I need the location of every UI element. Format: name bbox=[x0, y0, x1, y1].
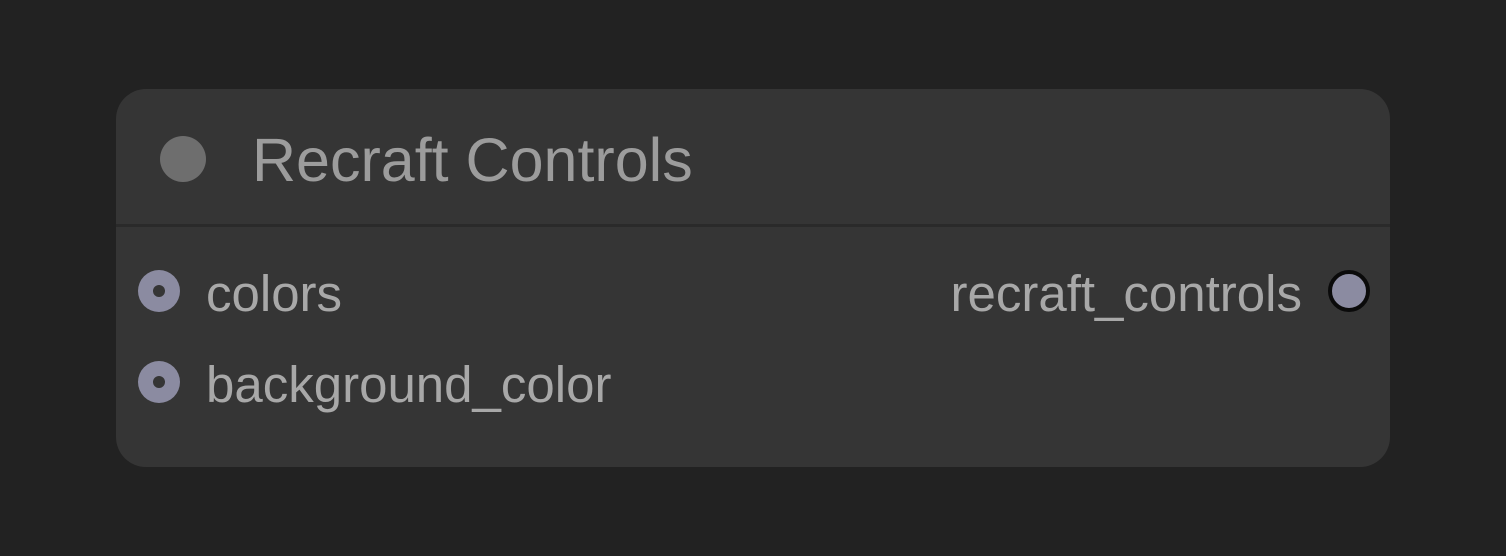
graph-canvas[interactable]: Recraft Controls colors background_color… bbox=[0, 0, 1506, 556]
input-label-colors: colors bbox=[206, 265, 343, 322]
node-header[interactable]: Recraft Controls bbox=[116, 89, 1390, 227]
output-socket-recraft-controls[interactable] bbox=[1328, 270, 1370, 312]
input-label-background-color: background_color bbox=[206, 356, 612, 413]
input-socket-background-color[interactable] bbox=[138, 361, 180, 403]
recraft-controls-node[interactable]: Recraft Controls colors background_color… bbox=[116, 89, 1390, 467]
input-socket-colors[interactable] bbox=[138, 270, 180, 312]
output-label-recraft-controls: recraft_controls bbox=[950, 265, 1302, 322]
collapse-toggle-dot-icon[interactable] bbox=[160, 136, 206, 182]
node-title: Recraft Controls bbox=[252, 126, 693, 194]
